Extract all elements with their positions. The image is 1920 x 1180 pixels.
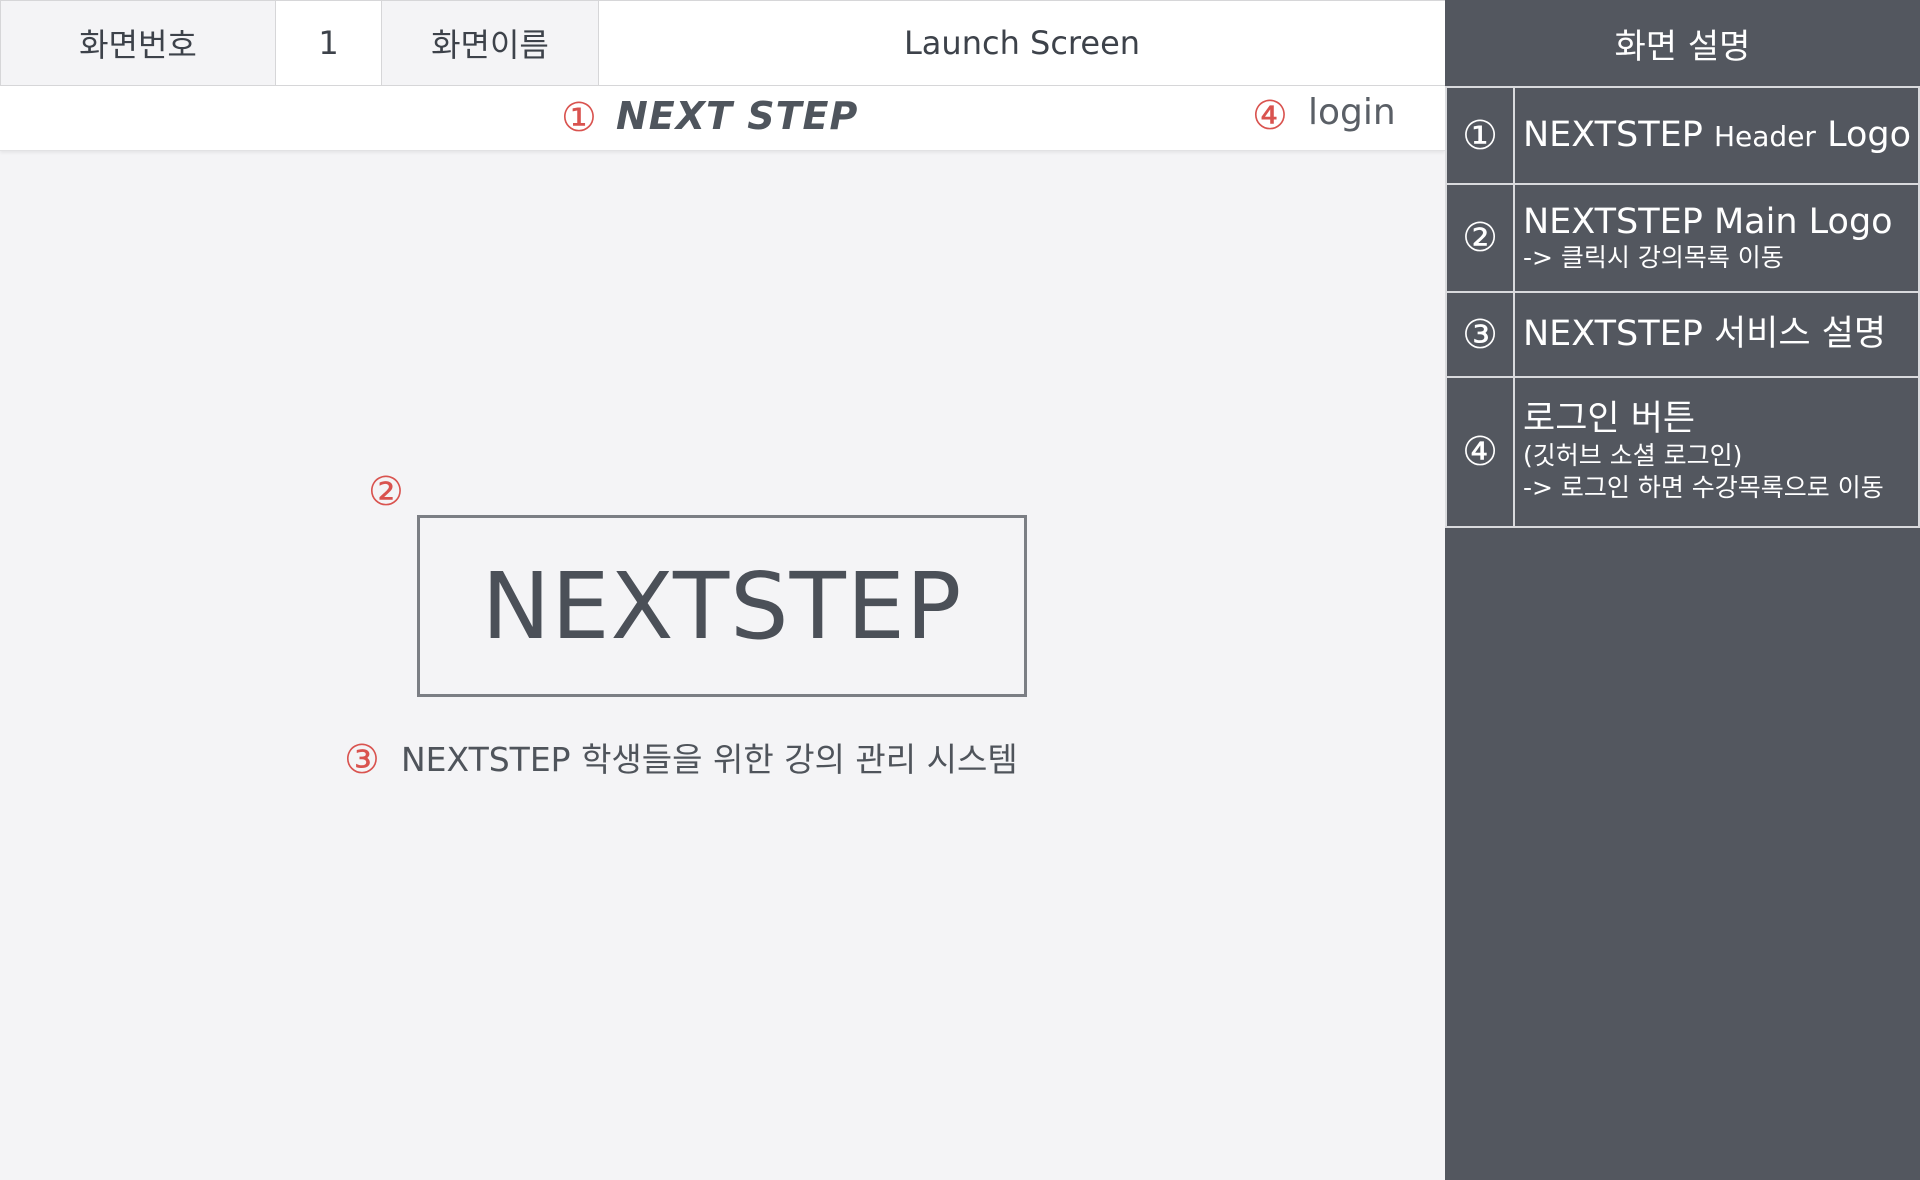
- screen-name-label-cell: 화면이름: [381, 0, 599, 86]
- screen-number-label-cell: 화면번호: [0, 0, 276, 86]
- description-row-body: NEXTSTEP Header Logo: [1523, 88, 1920, 183]
- header-logo-marker: ①: [561, 95, 597, 141]
- screen-number: 1: [318, 24, 339, 62]
- description-row-main: NEXTSTEP Header Logo: [1523, 115, 1918, 155]
- screen-name: Launch Screen: [903, 24, 1141, 62]
- description-row-sub: -> 클릭시 강의목록 이동: [1523, 242, 1784, 272]
- main-logo[interactable]: NEXTSTEP: [417, 515, 1027, 697]
- main-logo-marker: ②: [368, 469, 404, 515]
- description-row-4: ④ 로그인 버튼 (깃허브 소셜 로그인) -> 로그인 하면 수강목록으로 이…: [1445, 376, 1920, 528]
- description-main-part: Logo: [1815, 115, 1911, 156]
- description-row-main: 로그인 버튼: [1523, 399, 1696, 440]
- description-row-main: NEXTSTEP 서비스 설명: [1523, 314, 1887, 355]
- description-row-number: ①: [1445, 88, 1515, 183]
- login-marker: ④: [1252, 93, 1288, 139]
- login-button[interactable]: login: [1308, 95, 1396, 131]
- description-row-number: ③: [1445, 293, 1515, 376]
- description-row-body: NEXTSTEP Main Logo -> 클릭시 강의목록 이동: [1523, 185, 1920, 291]
- description-row-sub: (깃허브 소셜 로그인): [1523, 440, 1743, 470]
- screen-number-label: 화면번호: [79, 26, 197, 64]
- service-description: NEXTSTEP 학생들을 위한 강의 관리 시스템: [401, 740, 1018, 779]
- description-row-main: NEXTSTEP Main Logo: [1523, 201, 1893, 242]
- panel-title: 화면 설명: [1614, 26, 1751, 67]
- description-row-number: ②: [1445, 185, 1515, 291]
- description-row-number: ④: [1445, 378, 1515, 526]
- description-row-3: ③ NEXTSTEP 서비스 설명: [1445, 291, 1920, 378]
- service-description-marker: ③: [344, 737, 380, 783]
- screen-number-cell: 1: [275, 0, 382, 86]
- description-main-part: Header: [1713, 120, 1816, 154]
- header-logo[interactable]: NEXT STEP: [616, 97, 858, 135]
- description-row-1: ① NEXTSTEP Header Logo: [1445, 86, 1920, 185]
- main-logo-text: NEXTSTEP: [481, 552, 963, 660]
- description-row-2: ② NEXTSTEP Main Logo -> 클릭시 강의목록 이동: [1445, 183, 1920, 293]
- screen-description-panel: 화면 설명 ① NEXTSTEP Header Logo ② NEXTSTEP …: [1445, 0, 1920, 1180]
- description-row-body: 로그인 버튼 (깃허브 소셜 로그인) -> 로그인 하면 수강목록으로 이동: [1523, 378, 1920, 526]
- screen-name-label: 화면이름: [431, 26, 549, 64]
- screen-name-cell: Launch Screen: [598, 0, 1446, 86]
- description-main-part: NEXTSTEP: [1523, 115, 1714, 156]
- description-row-body: NEXTSTEP 서비스 설명: [1523, 293, 1920, 376]
- description-row-sub: -> 로그인 하면 수강목록으로 이동: [1523, 473, 1884, 503]
